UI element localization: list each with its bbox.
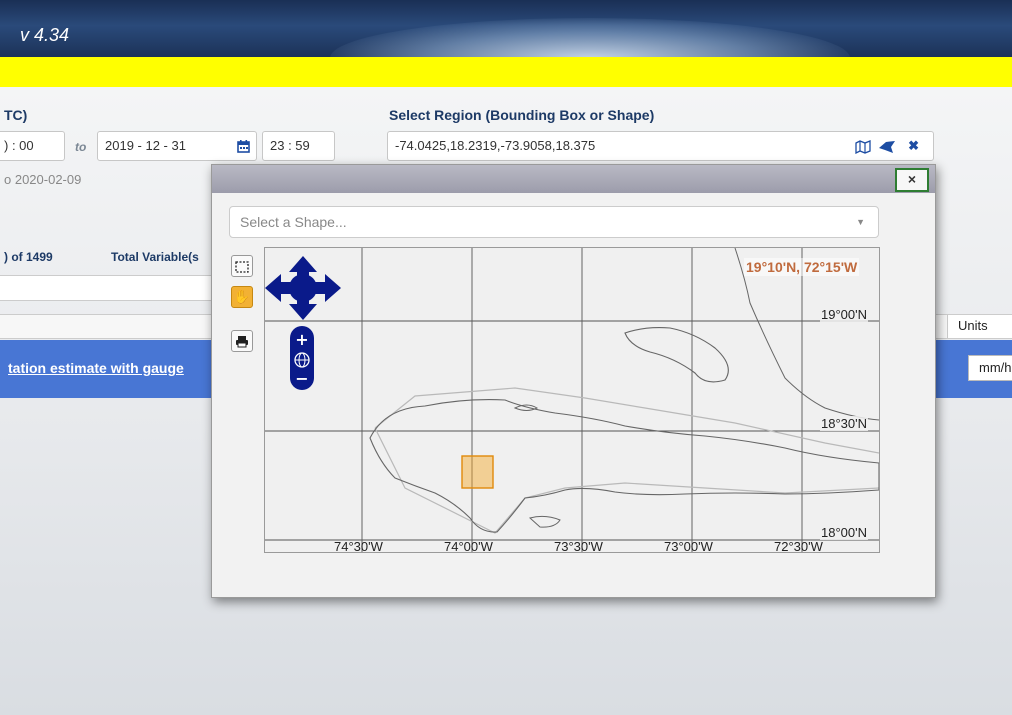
zoom-control[interactable]: + − [290,326,314,390]
to-label: to [75,140,87,154]
notice-banner [0,57,1012,87]
modal-titlebar[interactable] [212,165,935,193]
coastline-islet [513,404,539,411]
app-header: v 4.34 [0,0,1012,57]
clear-region-icon[interactable]: ✖ [908,132,919,160]
shape-select[interactable]: Select a Shape... ▼ [229,206,879,238]
lon-label: 72°30'W [774,539,823,553]
print-icon [236,336,248,348]
lon-label: 74°00'W [444,539,493,553]
availability-note: o 2020-02-09 [4,172,82,187]
pan-tool-button[interactable]: ✋ [231,286,253,308]
region-label: Select Region (Bounding Box or Shape) [389,107,655,123]
lat-label: 18°30'N [820,416,868,431]
start-time-field[interactable]: ) : 00 [0,131,65,161]
coastline-islet [528,515,561,528]
variable-link[interactable]: tation estimate with gauge [8,360,184,376]
region-value: -74.0425,18.2319,-73.9058,18.375 [395,138,596,153]
lat-label: 19°00'N [820,307,868,322]
units-column-header[interactable]: Units [947,314,1012,339]
total-variables-label: Total Variable(s [111,250,199,264]
region-input[interactable]: -74.0425,18.2319,-73.9058,18.375 ✖ [387,131,934,161]
print-button[interactable] [231,330,253,352]
lon-label: 73°30'W [554,539,603,553]
pan-control[interactable] [265,256,341,320]
shape-icon[interactable] [878,132,896,160]
coordinate-readout: 19°10'N, 72°15'W [744,258,860,276]
region-shape-modal: × Select a Shape... ▼ ✋ + − 19°10'N, 72°… [211,164,936,598]
calendar-icon[interactable] [237,132,250,160]
header-globe-graphic [330,18,850,57]
hand-icon: ✋ [233,289,251,304]
bbox-tool-button[interactable] [231,255,253,277]
shape-select-placeholder: Select a Shape... [240,214,347,230]
map-icon[interactable] [855,132,871,160]
chevron-down-icon: ▼ [856,217,865,227]
region-map[interactable]: + − 19°10'N, 72°15'W 19°00'N 18°30'N 18°… [264,247,880,553]
coastline-hispaniola [369,399,879,533]
app-version: v 4.34 [20,25,70,45]
end-date-field[interactable]: 2019 - 12 - 31 [97,131,257,161]
coastline-gonave [624,327,729,383]
close-button[interactable]: × [895,168,929,192]
lat-label: 18°00'N [820,525,868,540]
map-canvas: + − [265,248,879,552]
units-select[interactable]: mm/h [968,355,1012,381]
lon-label: 73°00'W [664,539,713,553]
end-date-value: 2019 - 12 - 31 [105,138,186,153]
filter-input[interactable] [0,275,213,301]
selected-bbox [461,455,494,489]
svg-text:+: + [295,330,308,349]
end-time-field[interactable]: 23 : 59 [262,131,335,161]
svg-text:−: − [295,369,308,388]
country-boundary [374,387,879,534]
lon-label: 74°30'W [334,539,383,553]
results-count: ) of 1499 [4,250,53,264]
date-range-label: TC) [4,107,28,123]
bbox-icon [235,260,249,273]
